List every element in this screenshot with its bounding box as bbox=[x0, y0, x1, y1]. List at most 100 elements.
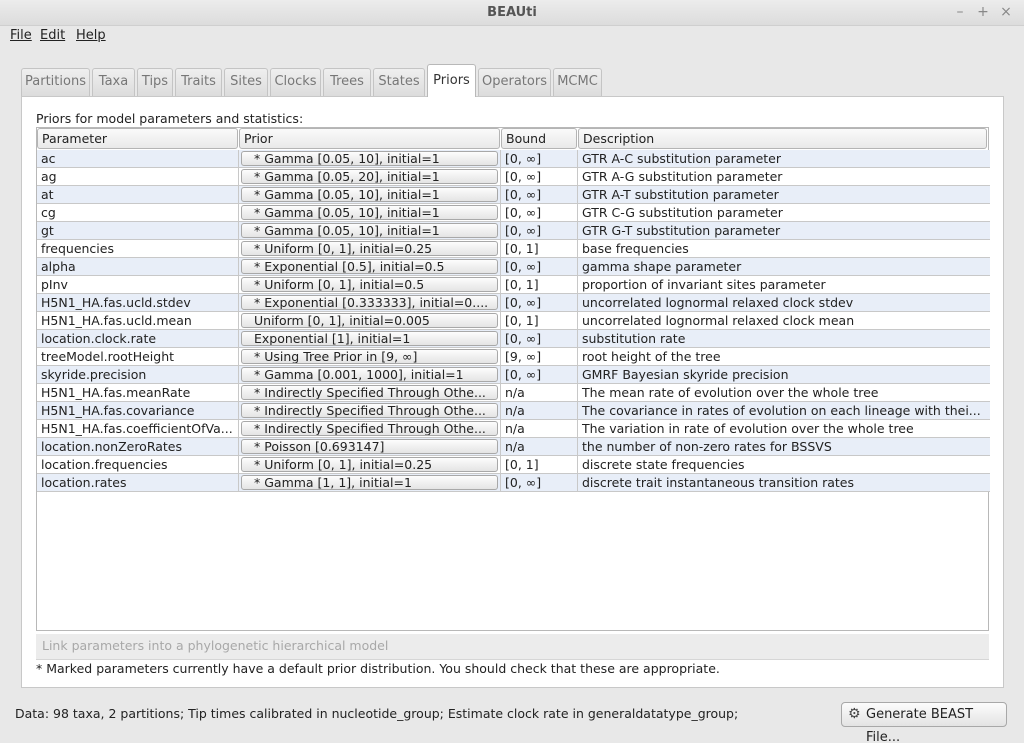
parameter-cell: H5N1_HA.fas.ucld.stdev bbox=[37, 294, 239, 312]
column-header-parameter[interactable]: Parameter bbox=[37, 128, 238, 149]
close-button[interactable]: × bbox=[998, 4, 1014, 20]
bound-cell: [9, ∞] bbox=[501, 348, 578, 366]
prior-button[interactable]: * Exponential [0.333333], initial=0.... bbox=[241, 295, 498, 310]
table-row[interactable]: H5N1_HA.fas.ucld.stdev * Exponential [0.3… bbox=[37, 294, 990, 312]
tab-mcmc[interactable]: MCMC bbox=[553, 68, 602, 96]
table-row[interactable]: location.frequencies * Uniform [0, 1], in… bbox=[37, 456, 990, 474]
bound-cell: n/a bbox=[501, 384, 578, 402]
description-cell: discrete state frequencies bbox=[582, 457, 745, 472]
prior-button[interactable]: * Gamma [1, 1], initial=1 bbox=[241, 475, 498, 490]
prior-button[interactable]: * Gamma [0.05, 20], initial=1 bbox=[241, 169, 498, 184]
parameter-cell: cg bbox=[37, 204, 239, 222]
column-header-bound[interactable]: Bound bbox=[501, 128, 577, 149]
table-row[interactable]: H5N1_HA.fas.meanRate * Indirectly Specifi… bbox=[37, 384, 990, 402]
table-row[interactable]: cg * Gamma [0.05, 10], initial=1 [0, ∞] GTR… bbox=[37, 204, 990, 222]
menu-bar: File Edit Help bbox=[0, 26, 1024, 48]
parameter-cell: location.nonZeroRates bbox=[37, 438, 239, 456]
bound-cell: [0, ∞] bbox=[501, 222, 578, 240]
menu-edit[interactable]: Edit bbox=[40, 28, 65, 43]
parameter-cell: gt bbox=[37, 222, 239, 240]
generate-beast-file-button[interactable]: ⚙ Generate BEAST File... bbox=[841, 702, 1007, 743]
maximize-button[interactable]: + bbox=[975, 4, 991, 20]
table-row[interactable]: H5N1_HA.fas.ucld.mean Uniform [0, 1], ini… bbox=[37, 312, 990, 330]
prior-cell: * Gamma [0.05, 10], initial=1 bbox=[239, 222, 501, 240]
table-row[interactable]: location.clock.rate Exponential [1], init… bbox=[37, 330, 990, 348]
prior-button[interactable]: * Gamma [0.001, 1000], initial=1 bbox=[241, 367, 498, 382]
prior-cell: * Gamma [0.05, 20], initial=1 bbox=[239, 168, 501, 186]
tab-states[interactable]: States bbox=[373, 68, 425, 96]
tab-traits[interactable]: Traits bbox=[175, 68, 222, 96]
bound-cell: [0, ∞] bbox=[501, 294, 578, 312]
description-cell: base frequencies bbox=[582, 241, 689, 256]
description-cell: discrete trait instantaneous transition … bbox=[582, 475, 855, 490]
parameter-cell: pInv bbox=[37, 276, 239, 294]
panel-heading: Priors for model parameters and statisti… bbox=[36, 111, 304, 126]
table-row[interactable]: location.rates * Gamma [1, 1], initial=1[… bbox=[37, 474, 990, 492]
prior-button[interactable]: * Gamma [0.05, 10], initial=1 bbox=[241, 151, 498, 166]
parameter-cell: location.frequencies bbox=[37, 456, 239, 474]
prior-button[interactable]: * Gamma [0.05, 10], initial=1 bbox=[241, 205, 498, 220]
minimize-button[interactable]: – bbox=[952, 4, 968, 20]
parameter-cell: H5N1_HA.fas.covariance bbox=[37, 402, 239, 420]
prior-cell: * Uniform [0, 1], initial=0.25 bbox=[239, 456, 501, 474]
tab-operators[interactable]: Operators bbox=[478, 68, 551, 96]
column-header-description[interactable]: Description bbox=[578, 128, 987, 149]
description-cell: root height of the tree bbox=[582, 349, 721, 364]
prior-button[interactable]: * Using Tree Prior in [9, ∞] bbox=[241, 349, 498, 364]
prior-button[interactable]: * Exponential [0.5], initial=0.5 bbox=[241, 259, 498, 274]
tab-tips[interactable]: Tips bbox=[137, 68, 173, 96]
link-parameters-checkbox[interactable]: Link parameters into a phylogenetic hier… bbox=[42, 638, 388, 653]
table-row[interactable]: gt * Gamma [0.05, 10], initial=1 [0, ∞] GTR… bbox=[37, 222, 990, 240]
bound-cell: [0, 1] bbox=[501, 276, 578, 294]
tab-trees[interactable]: Trees bbox=[323, 68, 371, 96]
description-cell: the number of non-zero rates for BSSVS bbox=[582, 439, 832, 454]
menu-file[interactable]: File bbox=[10, 28, 32, 43]
column-header-prior[interactable]: Prior bbox=[239, 128, 500, 149]
table-row[interactable]: location.nonZeroRates * Poisson [0.693147… bbox=[37, 438, 990, 456]
prior-button[interactable]: * Indirectly Specified Through Othe... bbox=[241, 421, 498, 436]
table-row[interactable]: treeModel.rootHeight * Using Tree Prior i… bbox=[37, 348, 990, 366]
tab-taxa[interactable]: Taxa bbox=[92, 68, 135, 96]
prior-button[interactable]: * Indirectly Specified Through Othe... bbox=[241, 385, 498, 400]
prior-cell: * Exponential [0.333333], initial=0.... bbox=[239, 294, 501, 312]
prior-cell: * Uniform [0, 1], initial=0.25 bbox=[239, 240, 501, 258]
prior-button[interactable]: * Poisson [0.693147] bbox=[241, 439, 498, 454]
prior-button[interactable]: * Uniform [0, 1], initial=0.25 bbox=[241, 241, 498, 256]
prior-button[interactable]: Uniform [0, 1], initial=0.005 bbox=[241, 313, 498, 328]
prior-cell: * Gamma [1, 1], initial=1 bbox=[239, 474, 501, 492]
tab-sites[interactable]: Sites bbox=[224, 68, 268, 96]
table-row[interactable]: H5N1_HA.fas.coefficientOfVa... * Indirect… bbox=[37, 420, 990, 438]
table-row[interactable]: at * Gamma [0.05, 10], initial=1 [0, ∞] GTR… bbox=[37, 186, 990, 204]
prior-cell: Exponential [1], initial=1 bbox=[239, 330, 501, 348]
bound-cell: [0, ∞] bbox=[501, 204, 578, 222]
table-row[interactable]: skyride.precision * Gamma [0.001, 1000], … bbox=[37, 366, 990, 384]
description-cell: The variation in rate of evolution over … bbox=[582, 421, 914, 436]
table-row[interactable]: ag * Gamma [0.05, 20], initial=1 [0, ∞] GTR… bbox=[37, 168, 990, 186]
description-cell: The mean rate of evolution over the whol… bbox=[582, 385, 879, 400]
prior-cell: * Indirectly Specified Through Othe... bbox=[239, 420, 501, 438]
prior-button[interactable]: * Uniform [0, 1], initial=0.5 bbox=[241, 277, 498, 292]
table-row[interactable]: H5N1_HA.fas.covariance * Indirectly Speci… bbox=[37, 402, 990, 420]
description-cell: GTR A-G substitution parameter bbox=[582, 169, 783, 184]
bound-cell: [0, ∞] bbox=[501, 150, 578, 168]
prior-button[interactable]: * Gamma [0.05, 10], initial=1 bbox=[241, 187, 498, 202]
footnote: * Marked parameters currently have a def… bbox=[36, 661, 720, 676]
description-cell: GTR G-T substitution parameter bbox=[582, 223, 781, 238]
menu-help[interactable]: Help bbox=[76, 28, 106, 43]
tab-priors[interactable]: Priors bbox=[427, 64, 476, 97]
table-row[interactable]: ac * Gamma [0.05, 10], initial=1 [0, ∞] GTR… bbox=[37, 150, 990, 168]
tab-clocks[interactable]: Clocks bbox=[270, 68, 321, 96]
bound-cell: [0, 1] bbox=[501, 456, 578, 474]
prior-cell: * Gamma [0.05, 10], initial=1 bbox=[239, 150, 501, 168]
prior-button[interactable]: * Uniform [0, 1], initial=0.25 bbox=[241, 457, 498, 472]
prior-button[interactable]: * Gamma [0.05, 10], initial=1 bbox=[241, 223, 498, 238]
prior-cell: * Indirectly Specified Through Othe... bbox=[239, 384, 501, 402]
menu-edit-label: Edit bbox=[40, 28, 66, 43]
prior-button[interactable]: * Indirectly Specified Through Othe... bbox=[241, 403, 498, 418]
table-row[interactable]: frequencies * Uniform [0, 1], initial=0.2… bbox=[37, 240, 990, 258]
prior-button[interactable]: Exponential [1], initial=1 bbox=[241, 331, 498, 346]
tab-partitions[interactable]: Partitions bbox=[21, 68, 90, 96]
table-row[interactable]: alpha * Exponential [0.5], initial=0.5 [0,… bbox=[37, 258, 990, 276]
table-row[interactable]: pInv * Uniform [0, 1], initial=0.5 [0, 1] p… bbox=[37, 276, 990, 294]
generate-button-label: Generate BEAST File... bbox=[866, 707, 974, 743]
